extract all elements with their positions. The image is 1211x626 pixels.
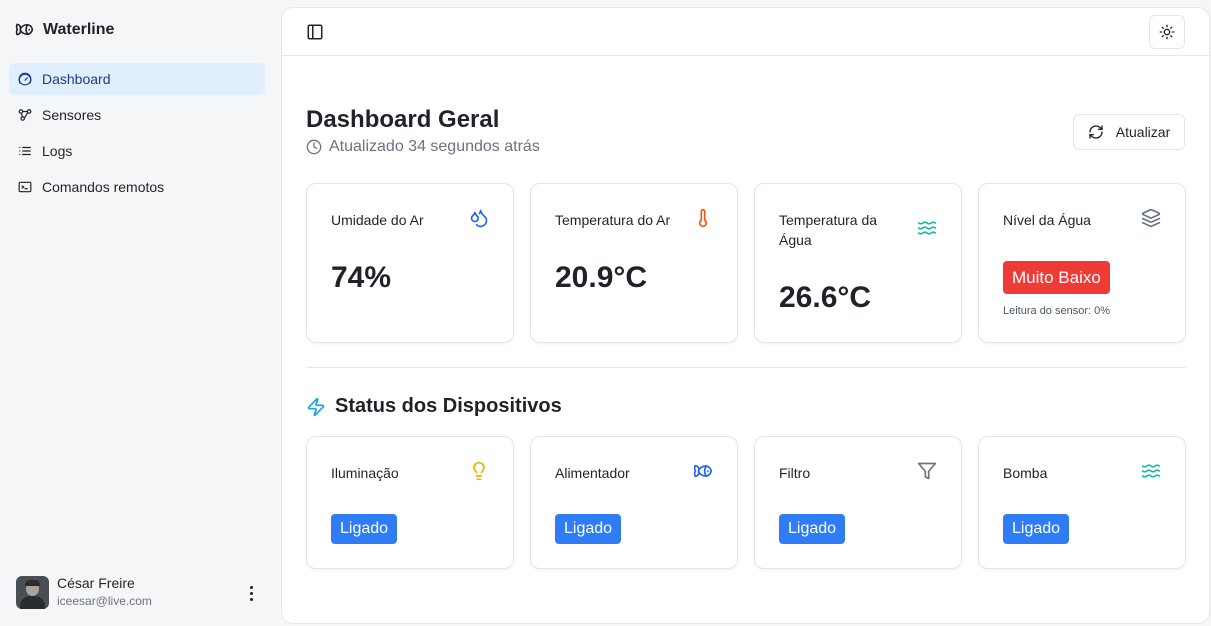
card-label: Umidade do Ar <box>331 212 424 228</box>
sensor-value: 20.9°C <box>555 261 648 294</box>
card-label: Filtro <box>779 465 811 481</box>
device-status-toggle[interactable]: Ligado <box>1003 514 1070 544</box>
sidebar-item-label: Sensores <box>42 107 102 123</box>
topbar <box>282 8 1209 56</box>
sensor-value: 74% <box>331 261 392 294</box>
brand[interactable]: Waterline <box>15 20 114 39</box>
gauge-icon <box>18 72 32 86</box>
user-profile[interactable]: César Freire iceesar@live.com <box>16 575 266 609</box>
more-vertical-icon[interactable] <box>244 584 258 602</box>
devices-section-title: Status dos Dispositivos <box>306 395 562 418</box>
clock-icon <box>306 139 322 155</box>
lightbulb-icon <box>473 461 485 481</box>
card-label: Bomba <box>1003 465 1048 481</box>
last-updated-text: Atualizado 34 segundos atrás <box>329 138 540 155</box>
device-card-iluminacao: Iluminação Ligado <box>306 436 514 569</box>
sensor-card-umidade: Umidade do Ar 74% <box>306 183 514 343</box>
sidebar-item-label: Dashboard <box>42 71 111 87</box>
user-name: César Freire <box>57 574 135 591</box>
card-label: Temperatura do Ar <box>555 212 671 228</box>
sensor-card-temperatura-agua: Temperatura da Água 26.6°C <box>754 183 962 343</box>
sensor-cards: Umidade do Ar 74% Temperatura do Ar 20.9… <box>306 183 1186 343</box>
device-status-toggle[interactable]: Ligado <box>779 514 846 544</box>
card-label: Temperatura da Água <box>779 212 878 248</box>
sun-icon <box>1159 24 1175 40</box>
last-updated: Atualizado 34 segundos atrás <box>306 138 540 156</box>
waves-icon <box>1141 464 1161 478</box>
sidebar: Waterline Dashboard Sensores Logs Comand… <box>0 0 274 626</box>
list-icon <box>19 146 31 156</box>
device-card-filtro: Filtro Ligado <box>754 436 962 569</box>
fish-icon <box>693 464 713 478</box>
section-title-text: Status dos Dispositivos <box>335 395 562 417</box>
refresh-icon <box>1089 125 1103 139</box>
device-cards: Iluminação Ligado Alimentador Ligado Fil… <box>306 436 1186 569</box>
sidebar-item-label: Comandos remotos <box>42 179 165 195</box>
device-status-toggle[interactable]: Ligado <box>331 514 398 544</box>
theme-toggle-button[interactable] <box>1149 15 1185 49</box>
terminal-icon <box>18 181 32 193</box>
refresh-button[interactable]: Atualizar <box>1073 114 1185 150</box>
sidebar-item-sensores[interactable]: Sensores <box>9 99 265 131</box>
sidebar-item-label: Logs <box>42 143 73 159</box>
refresh-label: Atualizar <box>1115 124 1171 140</box>
layers-icon <box>1141 208 1161 228</box>
brand-name: Waterline <box>43 20 115 38</box>
sidebar-item-logs[interactable]: Logs <box>9 135 265 167</box>
droplets-icon <box>470 209 488 228</box>
water-level-status-badge: Muito Baixo <box>1003 261 1110 294</box>
avatar <box>16 575 49 609</box>
device-card-alimentador: Alimentador Ligado <box>530 436 738 569</box>
zap-icon <box>307 397 325 416</box>
user-info: César Freire iceesar@live.com <box>57 575 152 610</box>
sidebar-nav: Dashboard Sensores Logs Comandos remotos <box>9 63 265 207</box>
device-status-toggle[interactable]: Ligado <box>555 514 622 544</box>
sidebar-item-comandos-remotos[interactable]: Comandos remotos <box>9 171 265 203</box>
card-label: Nível da Água <box>1003 212 1091 228</box>
fish-logo-icon <box>15 23 34 36</box>
thermometer-icon <box>698 208 708 228</box>
sensor-card-nivel-agua: Nível da Água Muito Baixo Leitura do sen… <box>978 183 1186 343</box>
user-email: iceesar@live.com <box>57 594 152 609</box>
sidebar-toggle-icon[interactable] <box>306 23 324 41</box>
sensor-card-temperatura-ar: Temperatura do Ar 20.9°C <box>530 183 738 343</box>
card-label: Alimentador <box>555 465 630 481</box>
divider <box>306 367 1186 368</box>
waves-icon <box>917 221 937 235</box>
page-title: Dashboard Geral <box>306 106 500 133</box>
main-panel: Dashboard Geral Atualizado 34 segundos a… <box>281 7 1210 624</box>
device-card-bomba: Bomba Ligado <box>978 436 1186 569</box>
sensor-reading: Leitura do sensor: 0% <box>1003 305 1111 317</box>
card-label: Iluminação <box>331 465 399 481</box>
filter-icon <box>917 462 937 480</box>
nodes-icon <box>18 109 32 121</box>
sensor-value: 26.6°C <box>779 281 872 314</box>
sidebar-item-dashboard[interactable]: Dashboard <box>9 63 265 95</box>
